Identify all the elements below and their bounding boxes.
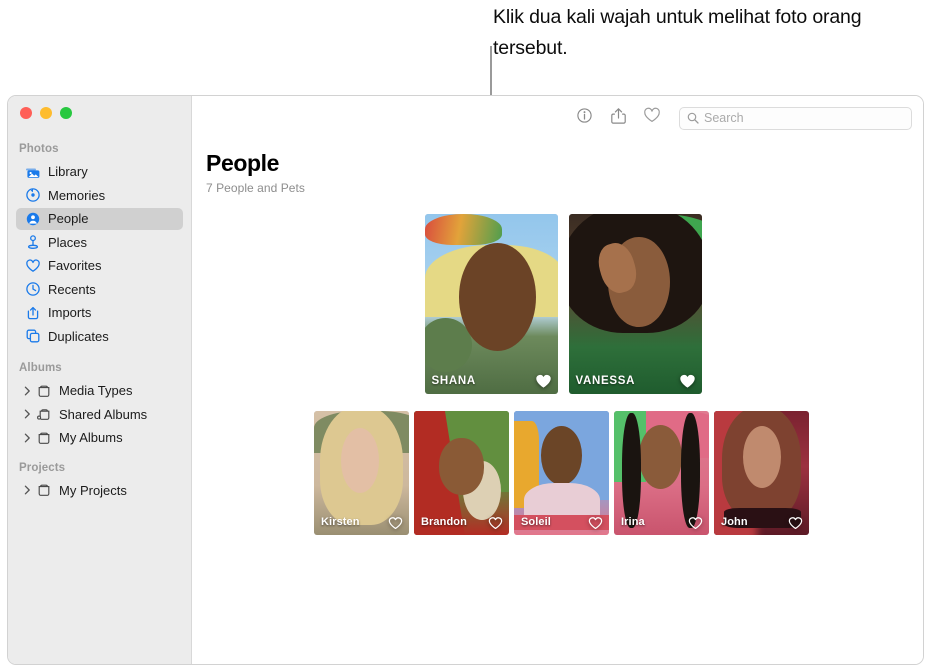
sidebar-item-label: My Projects: [59, 483, 127, 498]
close-button[interactable]: [20, 107, 32, 119]
sidebar-item-label: Memories: [48, 188, 105, 203]
sidebar-item-media-types[interactable]: Media Types: [16, 380, 183, 402]
sidebar-group-albums: Albums Media: [8, 362, 191, 449]
sidebar-group-photos: Photos Library: [8, 143, 191, 347]
person-tile[interactable]: Kirsten: [314, 411, 409, 535]
shared-album-icon: [35, 406, 52, 423]
duplicates-icon: [24, 328, 41, 345]
person-name: VANESSA: [576, 375, 636, 387]
import-icon: [24, 304, 41, 321]
person-name: Brandon: [421, 516, 467, 528]
sidebar-item-label: Recents: [48, 282, 96, 297]
zoom-button[interactable]: [60, 107, 72, 119]
person-photo: [569, 214, 702, 394]
favorite-heart-icon[interactable]: [535, 373, 552, 389]
sidebar-header-projects: Projects: [8, 462, 191, 478]
sidebar-header-albums: Albums: [8, 362, 191, 378]
clock-icon: [24, 281, 41, 298]
favorite-button[interactable]: [639, 106, 665, 130]
favorite-heart-icon[interactable]: [679, 373, 696, 389]
person-name: Irina: [621, 516, 645, 528]
favorite-heart-icon[interactable]: [688, 516, 703, 530]
heart-icon: [24, 257, 41, 274]
person-tile[interactable]: SHANA: [425, 214, 558, 394]
person-name: John: [721, 516, 748, 528]
sidebar-item-label: Imports: [48, 305, 91, 320]
places-icon: [24, 234, 41, 251]
sidebar-item-label: Shared Albums: [59, 407, 147, 422]
person-tile[interactable]: VANESSA: [569, 214, 702, 394]
info-icon: [576, 107, 593, 129]
minimize-button[interactable]: [40, 107, 52, 119]
chevron-right-icon[interactable]: [22, 433, 33, 443]
search-field[interactable]: Search: [679, 107, 912, 130]
person-name: Kirsten: [321, 516, 360, 528]
person-name: SHANA: [432, 375, 476, 387]
sidebar-item-memories[interactable]: Memories: [16, 184, 183, 206]
sidebar-group-projects: Projects My P: [8, 462, 191, 502]
search-input[interactable]: Search: [704, 111, 744, 125]
sidebar-item-library[interactable]: Library: [16, 161, 183, 183]
people-grid: SHANA: [192, 214, 923, 535]
photos-window: Photos Library: [7, 95, 924, 665]
people-row: Kirsten: [200, 411, 923, 535]
people-icon: [24, 210, 41, 227]
sidebar-item-label: Places: [48, 235, 87, 250]
memories-icon: [24, 187, 41, 204]
info-button[interactable]: [571, 106, 597, 130]
person-tile[interactable]: Irina: [614, 411, 709, 535]
chevron-right-icon[interactable]: [22, 409, 33, 419]
sidebar-item-duplicates[interactable]: Duplicates: [16, 325, 183, 347]
sidebar-scroll[interactable]: Photos Library: [8, 96, 191, 501]
album-icon: [35, 382, 52, 399]
sidebar-item-imports[interactable]: Imports: [16, 302, 183, 324]
sidebar-item-label: My Albums: [59, 430, 123, 445]
favorite-heart-icon[interactable]: [488, 516, 503, 530]
album-icon: [35, 429, 52, 446]
person-name: Soleil: [521, 516, 551, 528]
sidebar-item-label: Favorites: [48, 258, 101, 273]
sidebar-item-my-albums[interactable]: My Albums: [16, 427, 183, 449]
sidebar-item-my-projects[interactable]: My Projects: [16, 479, 183, 501]
page-title: People: [206, 149, 305, 177]
screenshot-root: Klik dua kali wajah untuk melihat foto o…: [0, 0, 931, 668]
favorite-heart-icon[interactable]: [788, 516, 803, 530]
featured-people-row: SHANA: [203, 214, 923, 394]
person-tile[interactable]: Brandon: [414, 411, 509, 535]
favorite-heart-icon[interactable]: [588, 516, 603, 530]
sidebar-item-shared-albums[interactable]: Shared Albums: [16, 403, 183, 425]
sidebar-item-label: Duplicates: [48, 329, 109, 344]
sidebar-item-favorites[interactable]: Favorites: [16, 255, 183, 277]
sidebar: Photos Library: [8, 96, 192, 664]
person-photo: [425, 214, 558, 394]
sidebar-item-label: People: [48, 211, 88, 226]
heart-icon: [643, 107, 661, 129]
sidebar-header-photos: Photos: [8, 143, 191, 159]
sidebar-item-label: Library: [48, 164, 88, 179]
person-tile[interactable]: Soleil: [514, 411, 609, 535]
page-subtitle: 7 People and Pets: [206, 181, 305, 195]
album-icon: [35, 482, 52, 499]
share-icon: [610, 107, 627, 130]
callout-text: Klik dua kali wajah untuk melihat foto o…: [493, 2, 929, 64]
search-icon: [687, 112, 699, 124]
sidebar-item-places[interactable]: Places: [16, 231, 183, 253]
window-controls: [20, 107, 72, 119]
sidebar-item-label: Media Types: [59, 383, 132, 398]
person-tile[interactable]: John: [714, 411, 809, 535]
share-button[interactable]: [605, 106, 631, 130]
favorite-heart-icon[interactable]: [388, 516, 403, 530]
content-pane: Search People 7 People and Pets: [192, 96, 923, 664]
library-icon: [24, 163, 41, 180]
toolbar: Search: [192, 96, 923, 140]
sidebar-item-recents[interactable]: Recents: [16, 278, 183, 300]
chevron-right-icon[interactable]: [22, 386, 33, 396]
chevron-right-icon[interactable]: [22, 485, 33, 495]
page-heading: People 7 People and Pets: [206, 149, 305, 195]
sidebar-item-people[interactable]: People: [16, 208, 183, 230]
